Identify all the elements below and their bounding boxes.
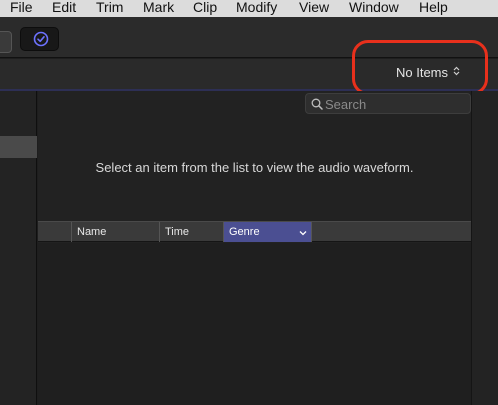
chevron-down-icon bbox=[299, 222, 307, 242]
column-header-genre[interactable]: Genre bbox=[223, 222, 311, 242]
column-name-label: Name bbox=[77, 226, 107, 238]
column-header-blank[interactable] bbox=[38, 222, 71, 242]
column-header-empty bbox=[311, 222, 471, 242]
toolbar-stub-button[interactable]: r bbox=[0, 31, 12, 53]
menu-file[interactable]: File bbox=[10, 0, 33, 16]
table-body bbox=[38, 243, 471, 405]
menu-window[interactable]: Window bbox=[349, 0, 399, 16]
sidebar-selected-item[interactable] bbox=[0, 136, 37, 158]
search-placeholder: Search bbox=[325, 97, 367, 112]
right-pane bbox=[472, 91, 498, 405]
search-icon bbox=[311, 98, 323, 110]
menu-mark[interactable]: Mark bbox=[143, 0, 174, 16]
checkmark-circle-icon bbox=[33, 31, 49, 47]
menu-view[interactable]: View bbox=[299, 0, 329, 16]
background-tasks-button[interactable] bbox=[20, 27, 59, 51]
menu-trim[interactable]: Trim bbox=[96, 0, 123, 16]
menu-edit[interactable]: Edit bbox=[52, 0, 76, 16]
menu-clip[interactable]: Clip bbox=[193, 0, 217, 16]
annotation-highlight bbox=[352, 40, 488, 95]
search-field[interactable]: Search bbox=[305, 93, 471, 114]
table-header: Name Time Genre bbox=[38, 221, 471, 242]
menu-modify[interactable]: Modify bbox=[236, 0, 277, 16]
menu-help[interactable]: Help bbox=[419, 0, 448, 16]
column-genre-label: Genre bbox=[229, 226, 260, 238]
waveform-message: Select an item from the list to view the… bbox=[95, 160, 414, 175]
column-time-label: Time bbox=[165, 226, 190, 238]
column-header-time[interactable]: Time bbox=[159, 222, 223, 242]
column-header-name[interactable]: Name bbox=[71, 222, 159, 242]
menu-bar: File Edit Trim Mark Clip Modify View Win… bbox=[0, 0, 498, 17]
